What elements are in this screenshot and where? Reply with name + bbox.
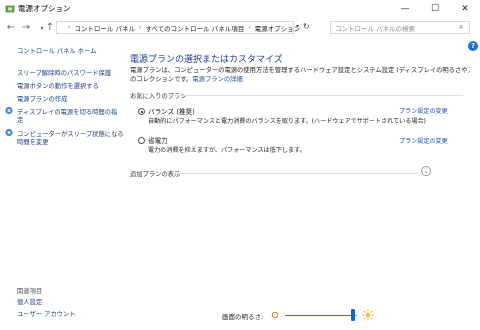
breadcrumb-separator: › <box>248 24 251 31</box>
breadcrumb-power-options[interactable]: 電源オプション <box>255 23 301 33</box>
sidebar-item-sleep-time-cont[interactable]: 時間を変更 <box>17 137 48 146</box>
sidebar-item-wake-password[interactable]: スリープ解除時のパスワード保護 <box>17 68 111 77</box>
section-divider <box>172 173 419 174</box>
description-line: のコレクションです。 <box>130 76 193 83</box>
window-title: 電源オプション <box>18 4 71 13</box>
breadcrumb-separator: › <box>138 24 142 31</box>
related-heading: 関連項目 <box>17 288 43 295</box>
brightness-slider-fill <box>285 315 353 316</box>
back-button[interactable]: ← <box>5 22 17 33</box>
display-settings-icon <box>5 106 13 115</box>
sleep-settings-icon <box>5 128 13 137</box>
brightness-low-icon <box>271 311 279 319</box>
plan-balanced-desc: 自動的にパフォーマンスと電力消費のバランスを取ります。(ハードウェアでサポートさ… <box>148 118 426 125</box>
forward-button[interactable]: → <box>20 22 32 33</box>
refresh-icon[interactable]: ↻ <box>303 22 310 31</box>
description-line: 電源プランは、コンピューターの電源の使用方法を管理するハードウェア設定とシステム… <box>130 67 470 74</box>
expand-chevron-icon[interactable]: ⌄ <box>421 166 431 176</box>
plan-power-saver-name[interactable]: 省電力 <box>148 135 168 145</box>
brightness-high-icon <box>362 309 374 321</box>
page-title: 電源プランの選択またはカスタマイズ <box>130 55 283 65</box>
search-icon[interactable]: ⌕ <box>459 22 463 32</box>
page-description: 電源プランは、コンピューターの電源の使用方法を管理するハードウェア設定とシステム… <box>130 66 470 84</box>
up-button[interactable]: ↑ <box>44 22 56 33</box>
plan-balanced-radio[interactable] <box>138 108 145 115</box>
sidebar-item-create-plan[interactable]: 電源プランの作成 <box>17 94 67 103</box>
address-bar[interactable]: › コントロール パネル › すべてのコントロール パネル項目 › 電源オプショ… <box>56 21 300 34</box>
maximize-button[interactable]: ☐ <box>420 0 450 18</box>
help-icon[interactable]: ? <box>468 41 478 51</box>
close-button[interactable]: ✕ <box>450 0 480 18</box>
minimize-button[interactable]: — <box>390 0 420 18</box>
plan-balanced-settings-link[interactable]: プラン設定の変更 <box>399 106 448 115</box>
sidebar-home-link[interactable]: コントロール パネル ホーム <box>17 46 96 55</box>
plan-power-saver-settings-link[interactable]: プラン設定の変更 <box>399 136 448 145</box>
related-personalization-link[interactable]: 個人設定 <box>17 297 42 306</box>
section-divider <box>165 95 463 96</box>
breadcrumb-separator: › <box>68 24 71 31</box>
sidebar-item-power-button[interactable]: 電源ボタンの動作を選択する <box>17 81 99 90</box>
plan-power-saver-radio[interactable] <box>138 137 145 144</box>
breadcrumb-all-items[interactable]: すべてのコントロール パネル項目 <box>145 23 244 33</box>
plan-balanced-name[interactable]: バランス (推奨) <box>148 106 195 116</box>
sidebar-item-display-off[interactable]: ディスプレイの電源を切る時間の指 <box>17 107 117 116</box>
search-input[interactable]: コントロール パネルの検索 <box>330 21 470 34</box>
power-options-icon <box>5 5 15 13</box>
plan-power-saver-desc: 電力の消費を抑えますが、パフォーマンスは低下します。 <box>148 147 306 154</box>
sidebar-item-display-off-cont[interactable]: 定 <box>17 115 23 124</box>
power-plan-details-link[interactable]: 電源プランの詳細 <box>192 76 242 83</box>
brightness-label: 画面の明るさ: <box>222 313 264 321</box>
brightness-slider-thumb[interactable] <box>351 309 355 321</box>
breadcrumb-control-panel[interactable]: コントロール パネル <box>74 23 135 33</box>
address-dropdown-icon[interactable]: ▾ <box>296 23 299 30</box>
related-user-accounts-link[interactable]: ユーザー アカウント <box>17 309 76 318</box>
